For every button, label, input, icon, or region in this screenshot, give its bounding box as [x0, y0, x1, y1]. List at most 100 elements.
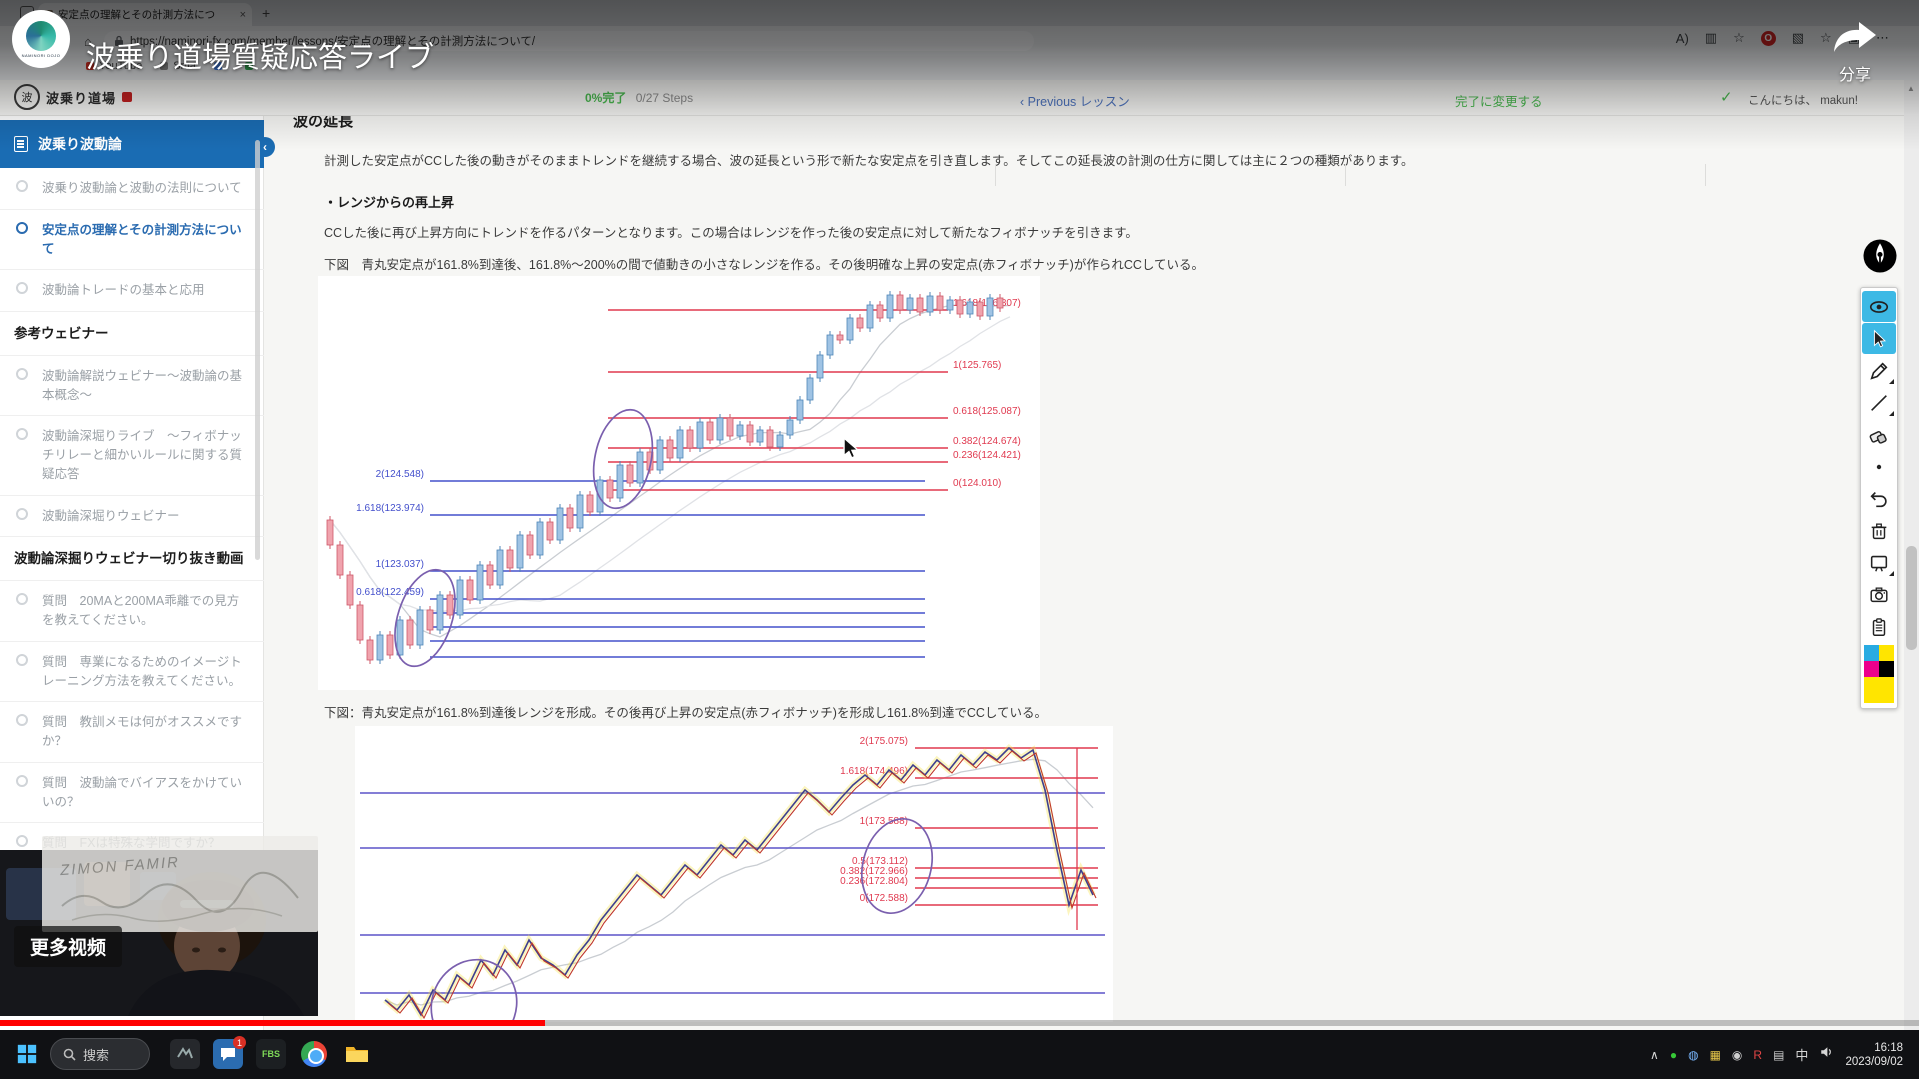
svg-text:0.236(124.421): 0.236(124.421)	[953, 450, 1021, 461]
lesson-status-icon	[16, 835, 28, 848]
palette-swatch-3[interactable]	[1864, 661, 1879, 677]
start-button-icon[interactable]	[16, 1043, 38, 1065]
sidebar-lesson-item[interactable]: 波動論深堀りウェビナー	[0, 496, 264, 538]
mark-complete-button[interactable]: 完了に変更する	[1455, 91, 1543, 110]
svg-text:0.382(124.674): 0.382(124.674)	[953, 436, 1021, 447]
channel-avatar[interactable]: NAMINORI DOJO	[12, 10, 70, 68]
lesson-label: 波動論深堀りライブ ～フィボナッチリレーと細かいルールに関する質疑応答	[42, 429, 243, 481]
lesson-label: 質問 波動論でバイアスをかけていいの？	[42, 775, 243, 809]
trash-tool-icon[interactable]	[1862, 515, 1896, 546]
notification-badge: 1	[233, 1036, 246, 1049]
read-aloud-icon[interactable]: A)	[1676, 31, 1689, 46]
new-tab-button[interactable]: +	[262, 5, 270, 21]
palette-swatch-2[interactable]	[1879, 645, 1894, 661]
lesson-status-icon	[16, 221, 28, 234]
sidebar-lesson-item[interactable]: 安定点の理解とその計測方法について	[0, 210, 264, 271]
favorites-icon[interactable]: ☆	[1733, 30, 1745, 46]
lesson-status-icon	[16, 774, 28, 787]
input-language-indicator[interactable]: 中	[1795, 1045, 1808, 1064]
whiteboard-tool-icon[interactable]	[1862, 547, 1896, 578]
extension-icon[interactable]: ▧	[1792, 30, 1804, 46]
channel-name: NAMINORI DOJO	[21, 52, 61, 58]
sidebar-lesson-item[interactable]: 波動論解説ウェビナー～波動論の基本概念～	[0, 356, 264, 417]
site-logo[interactable]: 波 波乗り道場	[14, 84, 133, 110]
palette-swatch-1[interactable]	[1864, 645, 1879, 661]
eye-tool-icon[interactable]	[1862, 291, 1896, 322]
chat-app-icon[interactable]: 1	[213, 1036, 246, 1069]
current-color-swatch[interactable]	[1864, 677, 1894, 703]
tray-keyboard-icon[interactable]: ▤	[1773, 1048, 1784, 1062]
tray-r-icon[interactable]: R	[1753, 1048, 1762, 1062]
clock-time: 16:18	[1874, 1041, 1903, 1054]
sidebar-lesson-item[interactable]: 質問 教訓メモは何がオススメですか？	[0, 702, 264, 763]
previous-lesson-link[interactable]: ‹ Previous レッスン	[1020, 91, 1130, 110]
header-divider	[1705, 164, 1706, 186]
course-title: 波乗り波動論	[38, 136, 122, 152]
split-screen-icon[interactable]: ▥	[1705, 30, 1717, 46]
tray-grid-icon[interactable]: ▦	[1710, 1048, 1721, 1062]
screenshot-tool-icon[interactable]	[1862, 579, 1896, 610]
header-divider	[1345, 164, 1346, 186]
sidebar-lesson-item[interactable]: 質問 専業になるためのイメージトレーニング方法を教えてください。	[0, 642, 264, 703]
svg-text:0.236(172.804): 0.236(172.804)	[840, 876, 908, 887]
share-control[interactable]: 分享	[1832, 20, 1878, 85]
lesson-label: 質問 20MAと200MA乖離での見方を教えてください。	[42, 594, 240, 628]
tray-monitor-icon[interactable]: ◉	[1732, 1048, 1742, 1062]
pencil-tool-icon[interactable]	[1862, 355, 1896, 386]
chrome-icon[interactable]	[299, 1039, 329, 1069]
lesson-status-icon	[16, 507, 28, 520]
tray-expand-icon[interactable]: ∧	[1650, 1048, 1659, 1062]
chart2-caption: 下図：青丸安定点が161.8%到達後レンジを形成。その後再び上昇の安定点(赤フィ…	[324, 706, 1048, 720]
fbs-app-icon[interactable]: FBS	[256, 1039, 286, 1069]
pen-app-icon[interactable]	[1862, 238, 1898, 274]
chart1-caption: 下図 青丸安定点が161.8%到達後、161.8%～200%の間で値動きの小さな…	[324, 258, 1205, 272]
lesson-label: 波乗り波動論と波動の法則について	[42, 181, 242, 195]
video-progress-bar[interactable]	[0, 1020, 1919, 1026]
palette-swatch-4[interactable]	[1879, 661, 1894, 677]
scroll-up-icon[interactable]: ▲	[1907, 84, 1915, 93]
page-scrollbar[interactable]: ▲	[1904, 80, 1919, 1030]
sidebar-lesson-item[interactable]: 波乗り波動論と波動の法則について	[0, 168, 264, 210]
tab-title: 安定点の理解とその計測方法につ	[58, 9, 216, 21]
taskbar-search[interactable]: 搜索	[50, 1038, 150, 1070]
progress-percent: 0%完了	[585, 91, 627, 105]
sidebar-scrollbar[interactable]	[255, 140, 260, 560]
lesson-status-icon	[16, 714, 28, 727]
lesson-status-icon	[16, 180, 28, 192]
search-placeholder: 搜索	[83, 1047, 110, 1063]
browser-tab[interactable]: 安定点の理解とその計測方法につ ×	[38, 3, 252, 26]
scrollbar-thumb[interactable]	[1906, 546, 1917, 650]
tray-network-icon[interactable]: ◍	[1688, 1048, 1698, 1062]
sidebar-section-header: 波動論深掘りウェビナー切り抜き動画	[0, 537, 264, 582]
more-videos-overlay[interactable]: 更多视频	[14, 926, 123, 967]
tray-green-icon[interactable]: ●	[1670, 1048, 1677, 1062]
files-folder-icon[interactable]	[342, 1039, 372, 1069]
progress-steps: 0/27 Steps	[635, 91, 694, 105]
cursor-tool-icon[interactable]	[1862, 323, 1896, 354]
sidebar-lesson-item[interactable]: 質問 20MAと200MA乖離での見方を教えてください。	[0, 581, 264, 642]
clipboard-tool-icon[interactable]	[1862, 611, 1896, 642]
speaker-icon[interactable]	[1819, 1045, 1834, 1064]
opera-extension-icon[interactable]: O	[1760, 30, 1776, 46]
lesson-label: 安定点の理解とその計測方法について	[42, 222, 242, 256]
undo-tool-icon[interactable]	[1862, 483, 1896, 514]
video-title[interactable]: 波乗り道場質疑応答ライブ	[86, 34, 434, 76]
lesson-label: 波動論深堀りウェビナー	[42, 508, 180, 523]
size-dot-icon[interactable]	[1862, 451, 1896, 482]
sidebar-section-header: 参考ウェビナー	[0, 312, 264, 356]
course-title-header[interactable]: 波乗り波動論 ‹	[0, 120, 275, 168]
sidebar-lesson-item[interactable]: 質問 波動論でバイアスをかけていいの？	[0, 763, 264, 824]
search-icon	[63, 1048, 76, 1061]
svg-text:2(124.548): 2(124.548)	[376, 469, 424, 480]
lesson-status-icon	[16, 428, 28, 441]
line-tool-icon[interactable]	[1862, 387, 1896, 418]
eraser-tool-icon[interactable]	[1862, 419, 1896, 450]
favorites-list-icon[interactable]: ☆	[1820, 30, 1832, 46]
sidebar-lesson-item[interactable]: 波動論深堀りライブ ～フィボナッチリレーと細かいルールに関する質疑応答	[0, 416, 264, 496]
share-arrow-icon	[1834, 22, 1876, 52]
share-label: 分享	[1838, 67, 1871, 84]
taskbar-clock[interactable]: 16:18 2023/09/02	[1845, 1041, 1903, 1069]
sidebar-lesson-item[interactable]: 波動論トレードの基本と応用	[0, 270, 264, 312]
tab-close-icon[interactable]: ×	[240, 9, 246, 21]
dark-app-icon[interactable]	[170, 1039, 200, 1069]
